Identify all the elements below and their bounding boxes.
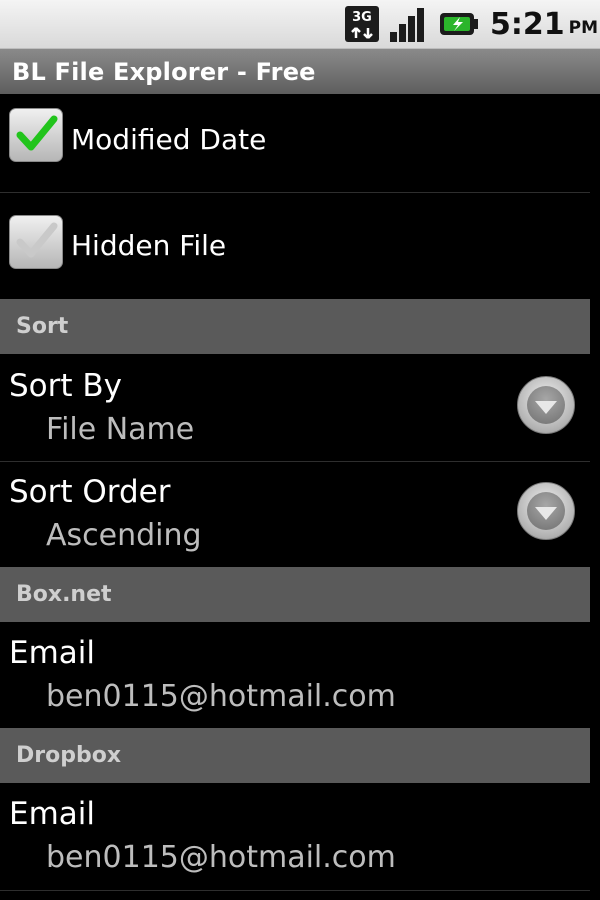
section-header-label: Sort [16,314,69,339]
network-3g-icon: 3G [344,0,380,48]
dropbox-email-title: Email [9,796,96,832]
box-email-title: Email [9,635,96,671]
sort-order-title: Sort Order [9,474,171,510]
section-header-dropbox: Dropbox [0,728,590,783]
network-type-label: 3G [352,10,372,25]
dropdown-arrow-icon [527,386,565,424]
app-title: BL File Explorer - Free [12,57,316,86]
battery-charging-icon [438,0,480,48]
section-header-box: Box.net [0,567,590,622]
sort-order-dropdown-button[interactable] [517,482,575,540]
status-bar: 3G 5:21 PM [0,0,600,49]
modified-date-checkbox[interactable] [9,108,63,162]
box-email-value: ben0115@hotmail.com [46,679,396,714]
dropbox-email-value: ben0115@hotmail.com [46,840,396,875]
sort-by-value: File Name [46,412,195,447]
app-title-bar: BL File Explorer - Free [0,49,600,94]
sort-order-value: Ascending [46,518,202,553]
clock-time: 5:21 [490,6,565,42]
clock-ampm: PM [568,18,599,38]
hidden-file-checkbox[interactable] [9,215,63,269]
modified-date-label: Modified Date [71,123,267,156]
box-email-row[interactable]: Email ben0115@hotmail.com [0,622,600,728]
divider [0,890,590,891]
section-header-label: Box.net [16,582,112,607]
sort-by-row[interactable]: Sort By File Name [0,354,600,461]
hidden-file-row[interactable]: Hidden File [0,193,600,298]
section-header-sort: Sort [0,299,590,354]
check-icon [16,115,58,151]
dropbox-email-row[interactable]: Email ben0115@hotmail.com [0,783,600,890]
status-clock: 5:21 PM [490,0,598,48]
hidden-file-label: Hidden File [71,229,227,262]
sort-order-row[interactable]: Sort Order Ascending [0,462,600,567]
sort-by-dropdown-button[interactable] [517,376,575,434]
check-icon [16,222,58,258]
signal-strength-icon [388,0,430,48]
section-header-label: Dropbox [16,743,122,768]
sort-by-title: Sort By [9,368,123,404]
screen: 3G 5:21 PM BL File Explorer - Free Modif… [0,0,600,900]
modified-date-row[interactable]: Modified Date [0,95,600,192]
dropdown-arrow-icon [527,492,565,530]
